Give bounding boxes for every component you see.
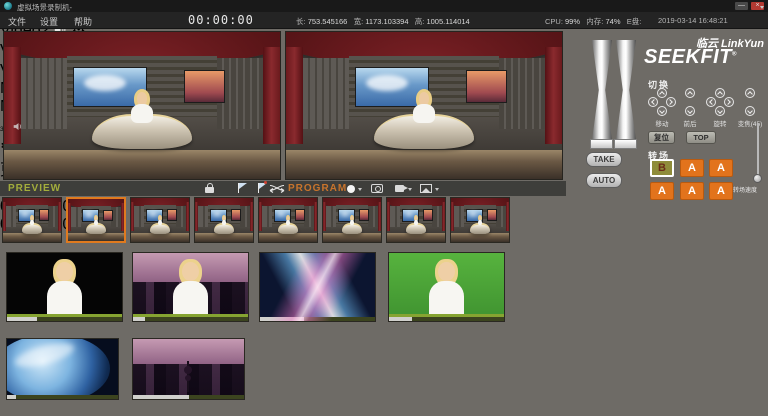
- tbar-left-handle[interactable]: [592, 40, 612, 140]
- media1-audio-meter: [106, 353, 114, 390]
- record-options-caret-icon[interactable]: [358, 188, 362, 191]
- mask-flag-icon[interactable]: [239, 183, 247, 189]
- pad-move-down-icon[interactable]: [657, 106, 667, 116]
- pad-zoom-in-icon[interactable]: [745, 88, 755, 98]
- video4-audio-meter: [492, 270, 500, 312]
- pad-rotate-right-icon[interactable]: [724, 97, 734, 107]
- pad-move-up-icon[interactable]: [657, 88, 667, 98]
- pad-dolly-down-icon[interactable]: [685, 106, 695, 116]
- transition-a-button-5[interactable]: A: [709, 182, 733, 200]
- shot-thumbnail-1[interactable]: [2, 197, 62, 243]
- preview-label: PREVIEW: [8, 183, 61, 194]
- program-monitor: [285, 31, 563, 180]
- shot-thumbnail-8[interactable]: [450, 197, 510, 243]
- snapshot-camera-icon[interactable]: [371, 184, 383, 193]
- transition-speed-knob[interactable]: [753, 174, 762, 183]
- pad-move-left-icon[interactable]: [648, 97, 658, 107]
- video4-thumbnail[interactable]: [388, 252, 505, 322]
- pad-zoom-out-icon[interactable]: [745, 106, 755, 116]
- reset-button[interactable]: 复位: [648, 131, 675, 144]
- menu-settings[interactable]: 设置: [40, 15, 58, 28]
- video-capture-icon[interactable]: [395, 185, 404, 192]
- title-bar: 虚拟场景录制机- — ×: [0, 0, 768, 12]
- transition-speed-slider[interactable]: [757, 123, 759, 179]
- video2-audio-meter: [236, 270, 244, 312]
- transition-a-button-2[interactable]: A: [709, 159, 733, 177]
- shot-thumbnail-3[interactable]: [130, 197, 190, 243]
- shot-thumbnail-6[interactable]: [322, 197, 382, 243]
- video1-audio-meter: [110, 270, 118, 312]
- video1-thumbnail[interactable]: [6, 252, 123, 322]
- pad-dolly-up-icon[interactable]: [685, 88, 695, 98]
- datetime: 2019-03-14 16:48:21: [658, 16, 728, 25]
- tbar-left-grip[interactable]: [590, 139, 613, 149]
- menu-bar: 文件 设置 帮助 00:00:00 长: 753.545166 宽: 1173.…: [0, 12, 768, 29]
- menu-help[interactable]: 帮助: [74, 15, 92, 28]
- camera-dimensions: 长: 753.545166 宽: 1173.103394 高: 1005.114…: [296, 16, 470, 27]
- capture-options-caret-icon[interactable]: [408, 188, 412, 191]
- system-stats: CPU: 99% 内存: 74% E盘:: [545, 16, 641, 27]
- video2-thumbnail[interactable]: [132, 252, 249, 322]
- lock-icon[interactable]: [205, 187, 214, 193]
- brand-logo: SEEKFIT®: [644, 46, 768, 69]
- media1-thumbnail[interactable]: [6, 338, 119, 400]
- shot-thumbnail-4[interactable]: [194, 197, 254, 243]
- record-stream-icon[interactable]: [347, 185, 355, 193]
- transition-b-button[interactable]: B: [650, 159, 674, 177]
- shot-thumbnail-2[interactable]: [66, 197, 126, 243]
- picture-overlay-icon[interactable]: [420, 184, 432, 193]
- picture-options-caret-icon[interactable]: [435, 188, 439, 191]
- shot-thumbnail-5[interactable]: [258, 197, 318, 243]
- transition-a-button-1[interactable]: A: [680, 159, 704, 177]
- top-button[interactable]: TOP: [686, 131, 716, 144]
- scene3d-speaker-icon[interactable]: [13, 122, 24, 131]
- app-logo-icon: [4, 2, 12, 10]
- mask-flag-alt-icon[interactable]: [259, 183, 267, 189]
- pad-rotate-down-icon[interactable]: [715, 106, 725, 116]
- pad-label-dolly: 前后: [678, 118, 702, 128]
- pad-label-move: 移动: [648, 118, 676, 128]
- timecode-display: 00:00:00: [188, 13, 254, 27]
- pad-rotate-left-icon[interactable]: [706, 97, 716, 107]
- video3-thumbnail[interactable]: [259, 252, 376, 322]
- swap-preview-program-icon[interactable]: [269, 183, 285, 193]
- pad-label-zoom: 变焦(45): [732, 118, 768, 128]
- pad-rotate-up-icon[interactable]: [715, 88, 725, 98]
- transition-a-button-4[interactable]: A: [680, 182, 704, 200]
- auto-button[interactable]: AUTO: [586, 173, 622, 188]
- video3-options-caret-icon[interactable]: [760, 6, 764, 9]
- app-window: 虚拟场景录制机- — × 文件 设置 帮助 00:00:00 长: 753.54…: [0, 0, 768, 416]
- media2-thumbnail[interactable]: [132, 338, 245, 400]
- pad-move-right-icon[interactable]: [666, 97, 676, 107]
- tbar-right-grip[interactable]: [614, 139, 637, 149]
- shot-thumbnail-7[interactable]: [386, 197, 446, 243]
- media2-audio-meter: [232, 353, 240, 390]
- video3-audio-meter: [363, 270, 371, 312]
- transition-a-button-3[interactable]: A: [650, 182, 674, 200]
- take-button[interactable]: TAKE: [586, 152, 622, 167]
- program-label: PROGRAM: [288, 183, 347, 194]
- pad-label-rotate: 旋转: [706, 118, 734, 128]
- tbar-right-handle[interactable]: [616, 40, 636, 140]
- minimize-button[interactable]: —: [735, 2, 748, 10]
- transition-speed-label: 转场速度: [733, 185, 757, 194]
- menu-file[interactable]: 文件: [8, 15, 26, 28]
- preview-monitor: [3, 31, 281, 180]
